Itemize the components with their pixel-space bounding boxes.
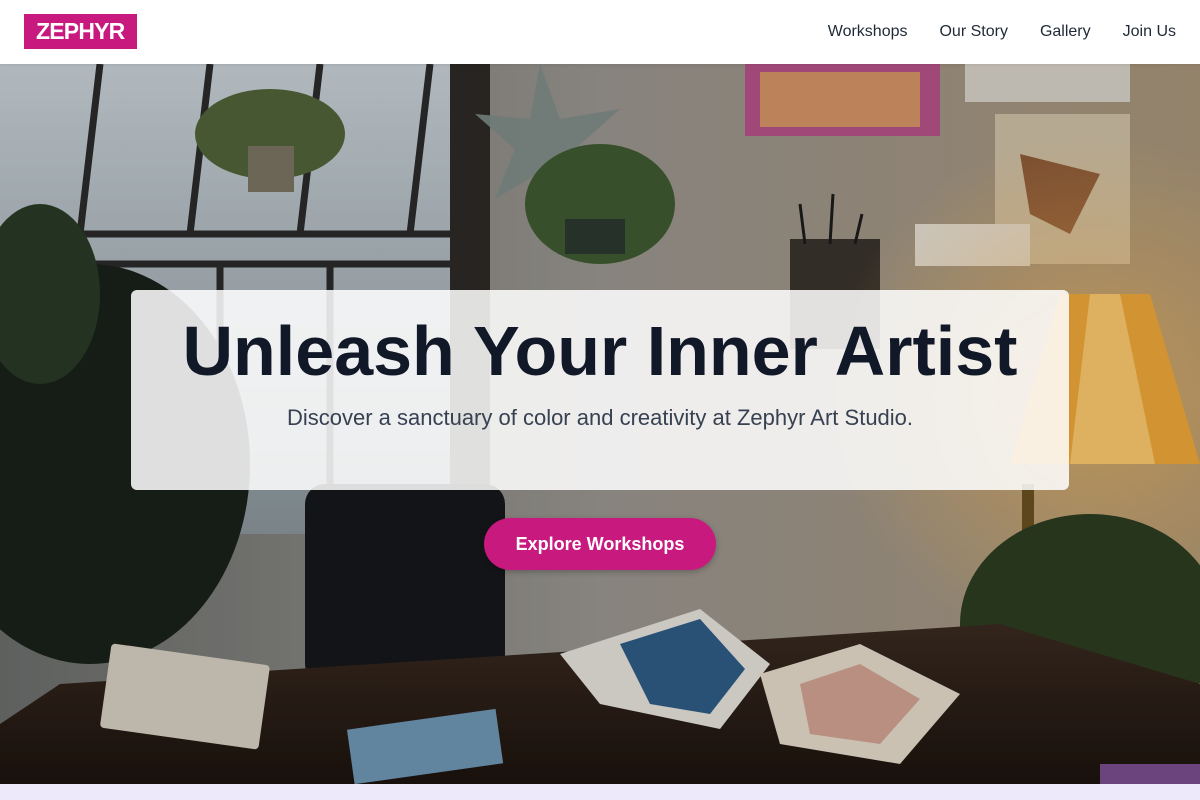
hero-headline: Unleash Your Inner Artist: [182, 312, 1018, 390]
top-navbar: ZEPHYR Workshops Our Story Gallery Join …: [0, 0, 1200, 64]
explore-workshops-button[interactable]: Explore Workshops: [484, 518, 716, 570]
brand-logo[interactable]: ZEPHYR: [24, 14, 137, 49]
nav-link-join-us[interactable]: Join Us: [1123, 23, 1176, 41]
nav-links: Workshops Our Story Gallery Join Us: [828, 0, 1176, 64]
hero-section: Unleash Your Inner Artist Discover a san…: [0, 64, 1200, 784]
nav-link-our-story[interactable]: Our Story: [939, 23, 1007, 41]
next-section-edge: [0, 784, 1200, 800]
hero-subheadline: Discover a sanctuary of color and creati…: [286, 405, 914, 430]
hero-card: Unleash Your Inner Artist Discover a san…: [131, 290, 1069, 490]
nav-link-workshops[interactable]: Workshops: [828, 23, 908, 41]
nav-link-gallery[interactable]: Gallery: [1040, 23, 1091, 41]
